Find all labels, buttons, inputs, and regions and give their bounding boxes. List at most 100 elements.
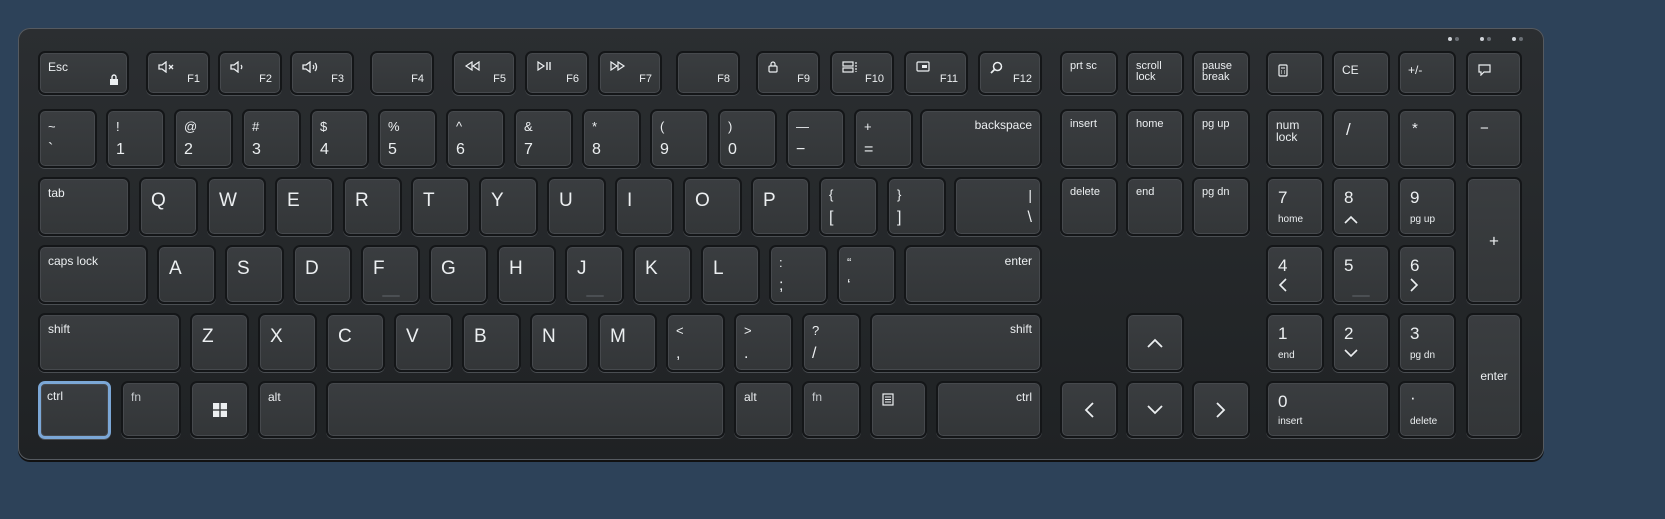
key-home[interactable]: home [1126, 109, 1184, 168]
key-backslash[interactable]: | \ [954, 177, 1042, 236]
key-windows[interactable] [190, 381, 249, 438]
key-right-shift[interactable]: shift [870, 313, 1042, 372]
key-numpad-divide[interactable]: / [1332, 109, 1390, 168]
key-p[interactable]: P [751, 177, 810, 236]
key-left-alt[interactable]: alt [258, 381, 317, 438]
key-arrow-left[interactable] [1060, 381, 1118, 438]
key-f5[interactable]: F5 [452, 51, 516, 95]
key-pause-break[interactable]: pause break [1192, 51, 1250, 95]
key-period[interactable]: > . [734, 313, 793, 372]
key-f1[interactable]: F1 [146, 51, 210, 95]
key-caps-lock[interactable]: caps lock [38, 245, 148, 304]
key-a[interactable]: A [157, 245, 216, 304]
key-backtick[interactable]: ~ ` [38, 109, 97, 168]
key-numpad-2[interactable]: 2 [1332, 313, 1390, 372]
key-tab[interactable]: tab [38, 177, 130, 236]
key-equals[interactable]: + = [854, 109, 913, 168]
key-numpad-7[interactable]: 7 home [1266, 177, 1324, 236]
key-r[interactable]: R [343, 177, 402, 236]
key-h[interactable]: H [497, 245, 556, 304]
key-f6[interactable]: F6 [525, 51, 589, 95]
key-numpad-decimal[interactable]: · delete [1398, 381, 1456, 438]
key-quote[interactable]: “ ‘ [837, 245, 896, 304]
key-b[interactable]: B [462, 313, 521, 372]
key-y[interactable]: Y [479, 177, 538, 236]
key-num-lock[interactable]: num lock [1266, 109, 1324, 168]
key-comma[interactable]: < , [666, 313, 725, 372]
key-f11[interactable]: F11 [904, 51, 968, 95]
key-right-ctrl[interactable]: ctrl [936, 381, 1042, 438]
key-u[interactable]: U [547, 177, 606, 236]
key-x[interactable]: X [258, 313, 317, 372]
key-m[interactable]: M [598, 313, 657, 372]
key-numpad-minus[interactable]: − [1466, 109, 1522, 168]
key-f9[interactable]: F9 [756, 51, 820, 95]
key-o[interactable]: O [683, 177, 742, 236]
key-insert[interactable]: insert [1060, 109, 1118, 168]
key-page-down[interactable]: pg dn [1192, 177, 1250, 236]
key-numpad-5[interactable]: 5 [1332, 245, 1390, 304]
key-numpad-multiply[interactable]: * [1398, 109, 1456, 168]
key-5[interactable]: % 5 [378, 109, 437, 168]
key-calculator[interactable] [1266, 51, 1324, 95]
key-9[interactable]: ( 9 [650, 109, 709, 168]
key-f3[interactable]: F3 [290, 51, 354, 95]
key-semicolon[interactable]: : ; [769, 245, 828, 304]
key-t[interactable]: T [411, 177, 470, 236]
key-f10[interactable]: F10 [830, 51, 894, 95]
key-prtsc[interactable]: prt sc [1060, 51, 1118, 95]
key-f[interactable]: F [361, 245, 420, 304]
key-f8[interactable]: F8 [676, 51, 740, 95]
key-numpad-9[interactable]: 9 pg up [1398, 177, 1456, 236]
key-numpad-3[interactable]: 3 pg dn [1398, 313, 1456, 372]
key-f2[interactable]: F2 [218, 51, 282, 95]
key-f12[interactable]: F12 [978, 51, 1042, 95]
key-ce[interactable]: CE [1332, 51, 1390, 95]
key-arrow-up[interactable] [1126, 313, 1184, 372]
key-backspace[interactable]: backspace [920, 109, 1042, 168]
key-numpad-6[interactable]: 6 [1398, 245, 1456, 304]
key-page-up[interactable]: pg up [1192, 109, 1250, 168]
key-n[interactable]: N [530, 313, 589, 372]
key-4[interactable]: $ 4 [310, 109, 369, 168]
key-d[interactable]: D [293, 245, 352, 304]
key-numpad-4[interactable]: 4 [1266, 245, 1324, 304]
key-arrow-right[interactable] [1192, 381, 1250, 438]
key-e[interactable]: E [275, 177, 334, 236]
key-slash[interactable]: ? / [802, 313, 861, 372]
key-numpad-enter[interactable]: enter [1466, 313, 1522, 438]
key-7[interactable]: & 7 [514, 109, 573, 168]
key-c[interactable]: C [326, 313, 385, 372]
key-2[interactable]: @ 2 [174, 109, 233, 168]
key-menu[interactable] [870, 381, 927, 438]
key-delete[interactable]: delete [1060, 177, 1118, 236]
key-left-ctrl[interactable]: ctrl [38, 381, 111, 439]
key-s[interactable]: S [225, 245, 284, 304]
key-6[interactable]: ^ 6 [446, 109, 505, 168]
key-0[interactable]: ) 0 [718, 109, 777, 168]
key-left-shift[interactable]: shift [38, 313, 181, 372]
key-3[interactable]: # 3 [242, 109, 301, 168]
key-arrow-down[interactable] [1126, 381, 1184, 438]
key-numpad-0[interactable]: 0 insert [1266, 381, 1390, 438]
key-8[interactable]: * 8 [582, 109, 641, 168]
key-space[interactable] [326, 381, 725, 438]
key-g[interactable]: G [429, 245, 488, 304]
key-plus-minus[interactable]: +/- [1398, 51, 1456, 95]
key-k[interactable]: K [633, 245, 692, 304]
key-enter[interactable]: enter [904, 245, 1042, 304]
key-f4[interactable]: F4 [370, 51, 434, 95]
key-numpad-1[interactable]: 1 end [1266, 313, 1324, 372]
key-minus[interactable]: — − [786, 109, 845, 168]
key-right-bracket[interactable]: } ] [887, 177, 946, 236]
key-1[interactable]: ! 1 [106, 109, 165, 168]
key-l[interactable]: L [701, 245, 760, 304]
key-q[interactable]: Q [139, 177, 198, 236]
key-f7[interactable]: F7 [598, 51, 662, 95]
key-fn[interactable]: fn [121, 381, 181, 438]
key-right-alt[interactable]: alt [734, 381, 793, 438]
key-scroll-lock[interactable]: scroll lock [1126, 51, 1184, 95]
key-z[interactable]: Z [190, 313, 249, 372]
key-notification[interactable] [1466, 51, 1522, 95]
key-v[interactable]: V [394, 313, 453, 372]
